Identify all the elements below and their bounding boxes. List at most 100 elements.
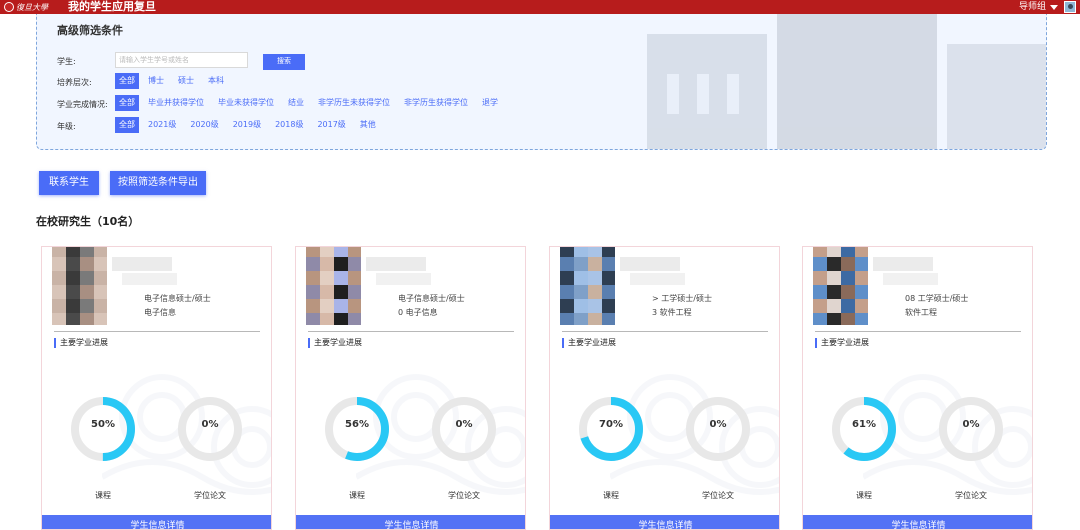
photo-pixel — [306, 299, 320, 313]
student-detail-button[interactable]: 学生信息详情 — [296, 515, 525, 529]
caret-down-icon[interactable] — [1050, 5, 1058, 10]
photo-pixel — [588, 257, 602, 271]
photo-pixel — [574, 257, 588, 271]
status-option-completion[interactable]: 结业 — [288, 95, 304, 111]
grade-option-2020[interactable]: 2020级 — [190, 117, 218, 133]
photo-pixel — [841, 299, 855, 313]
student-label: 学生: — [57, 57, 76, 66]
status-options: 全部 毕业并获得学位 毕业未获得学位 结业 非学历生未获得学位 非学历生获得学位… — [115, 95, 512, 111]
course-progress-donut: 56% — [322, 394, 392, 464]
grade-option-2019[interactable]: 2019级 — [233, 117, 261, 133]
redacted-name — [366, 257, 426, 271]
photo-pixel — [813, 313, 827, 325]
student-detail-button[interactable]: 学生信息详情 — [42, 515, 271, 529]
photo-pixel — [306, 271, 320, 285]
progress-section-title: 主要学业进展 — [815, 338, 869, 348]
grade-options: 全部 2021级 2020级 2019级 2018级 2017级 其他 — [115, 117, 390, 133]
status-option-graduated-degree[interactable]: 毕业并获得学位 — [148, 95, 204, 111]
grade-label: 年级: — [57, 122, 76, 131]
role-dropdown-label[interactable]: 导师组 — [1019, 0, 1046, 14]
photo-pixel — [574, 313, 588, 325]
photo-pixel — [827, 299, 841, 313]
thesis-caption: 学位论文 — [194, 491, 226, 500]
status-option-all[interactable]: 全部 — [115, 95, 139, 111]
thesis-caption: 学位论文 — [702, 491, 734, 500]
user-avatar[interactable] — [1064, 1, 1076, 13]
status-option-withdrawn[interactable]: 退学 — [482, 95, 498, 111]
student-degree: 电子信息硕士/硕士 — [398, 294, 465, 303]
status-option-nondegree-no-degree[interactable]: 非学历生未获得学位 — [318, 95, 390, 111]
grade-option-2017[interactable]: 2017级 — [317, 117, 345, 133]
advanced-filter-panel: 高级筛选条件 学生: 搜索 培养层次: 全部 博士 硕士 本科 学业完成情况: … — [36, 14, 1047, 150]
status-option-nondegree-degree[interactable]: 非学历生获得学位 — [404, 95, 468, 111]
photo-pixel — [66, 247, 80, 257]
photo-pixel — [574, 299, 588, 313]
grade-option-2018[interactable]: 2018级 — [275, 117, 303, 133]
photo-pixel — [334, 247, 348, 257]
export-by-filter-button[interactable]: 按照筛选条件导出 — [110, 171, 206, 195]
photo-pixel — [602, 247, 615, 257]
thesis-progress-donut: 0% — [936, 394, 1006, 464]
photo-pixel — [841, 271, 855, 285]
thesis-progress-donut-percent: 0% — [455, 419, 473, 430]
progress-section-title: 主要学业进展 — [54, 338, 108, 348]
photo-pixel — [52, 247, 66, 257]
photo-pixel — [560, 313, 574, 325]
photo-pixel — [66, 285, 80, 299]
student-card: 电子信息硕士/硕士 电子信息 主要学业进展 50% 0% 课程 学位论文 学生信息详情 — [41, 246, 272, 530]
student-search-input[interactable] — [115, 52, 248, 68]
photo-pixel — [320, 247, 334, 257]
level-option-phd[interactable]: 博士 — [148, 73, 164, 89]
grade-option-all[interactable]: 全部 — [115, 117, 139, 133]
grade-option-2021[interactable]: 2021级 — [148, 117, 176, 133]
student-detail-button[interactable]: 学生信息详情 — [803, 515, 1032, 529]
photo-pixel — [66, 271, 80, 285]
contact-students-button[interactable]: 联系学生 — [39, 171, 99, 195]
student-major: 0 电子信息 — [398, 308, 438, 317]
status-option-graduated-no-degree[interactable]: 毕业未获得学位 — [218, 95, 274, 111]
photo-pixel — [588, 271, 602, 285]
photo-pixel — [588, 313, 602, 325]
photo-pixel — [560, 285, 574, 299]
fudan-logo[interactable]: 復旦大學 — [4, 1, 48, 13]
photo-pixel — [813, 247, 827, 257]
student-card: 08 工学硕士/硕士 软件工程 主要学业进展 61% 0% 课程 学位论文 学生信息详情 — [802, 246, 1033, 530]
photo-pixel — [602, 285, 615, 299]
student-photo — [306, 247, 361, 325]
photo-pixel — [52, 285, 66, 299]
thesis-caption: 学位论文 — [448, 491, 480, 500]
course-caption: 课程 — [349, 491, 365, 500]
photo-pixel — [348, 285, 361, 299]
photo-pixel — [320, 257, 334, 271]
photo-pixel — [855, 257, 868, 271]
photo-pixel — [813, 299, 827, 313]
photo-pixel — [827, 247, 841, 257]
photo-pixel — [560, 271, 574, 285]
divider — [562, 331, 768, 332]
photo-pixel — [574, 247, 588, 257]
photo-pixel — [306, 247, 320, 257]
thesis-progress-donut: 0% — [683, 394, 753, 464]
redacted-info — [376, 273, 431, 285]
photo-pixel — [80, 299, 94, 313]
course-caption: 课程 — [856, 491, 872, 500]
level-option-all[interactable]: 全部 — [115, 73, 139, 89]
level-option-undergrad[interactable]: 本科 — [208, 73, 224, 89]
photo-pixel — [588, 247, 602, 257]
thesis-progress-donut-percent: 0% — [709, 419, 727, 430]
level-option-master[interactable]: 硕士 — [178, 73, 194, 89]
photo-pixel — [320, 299, 334, 313]
student-detail-button[interactable]: 学生信息详情 — [550, 515, 779, 529]
photo-pixel — [855, 299, 868, 313]
thesis-caption: 学位论文 — [955, 491, 987, 500]
grade-option-other[interactable]: 其他 — [360, 117, 376, 133]
divider — [815, 331, 1021, 332]
section-title: 在校研究生（10名） — [36, 215, 140, 228]
search-button[interactable]: 搜索 — [263, 54, 305, 70]
redacted-name — [873, 257, 933, 271]
course-progress-donut: 50% — [68, 394, 138, 464]
photo-pixel — [841, 257, 855, 271]
photo-pixel — [855, 313, 868, 325]
level-label: 培养层次: — [57, 78, 92, 87]
student-degree: > 工学硕士/硕士 — [652, 294, 712, 303]
